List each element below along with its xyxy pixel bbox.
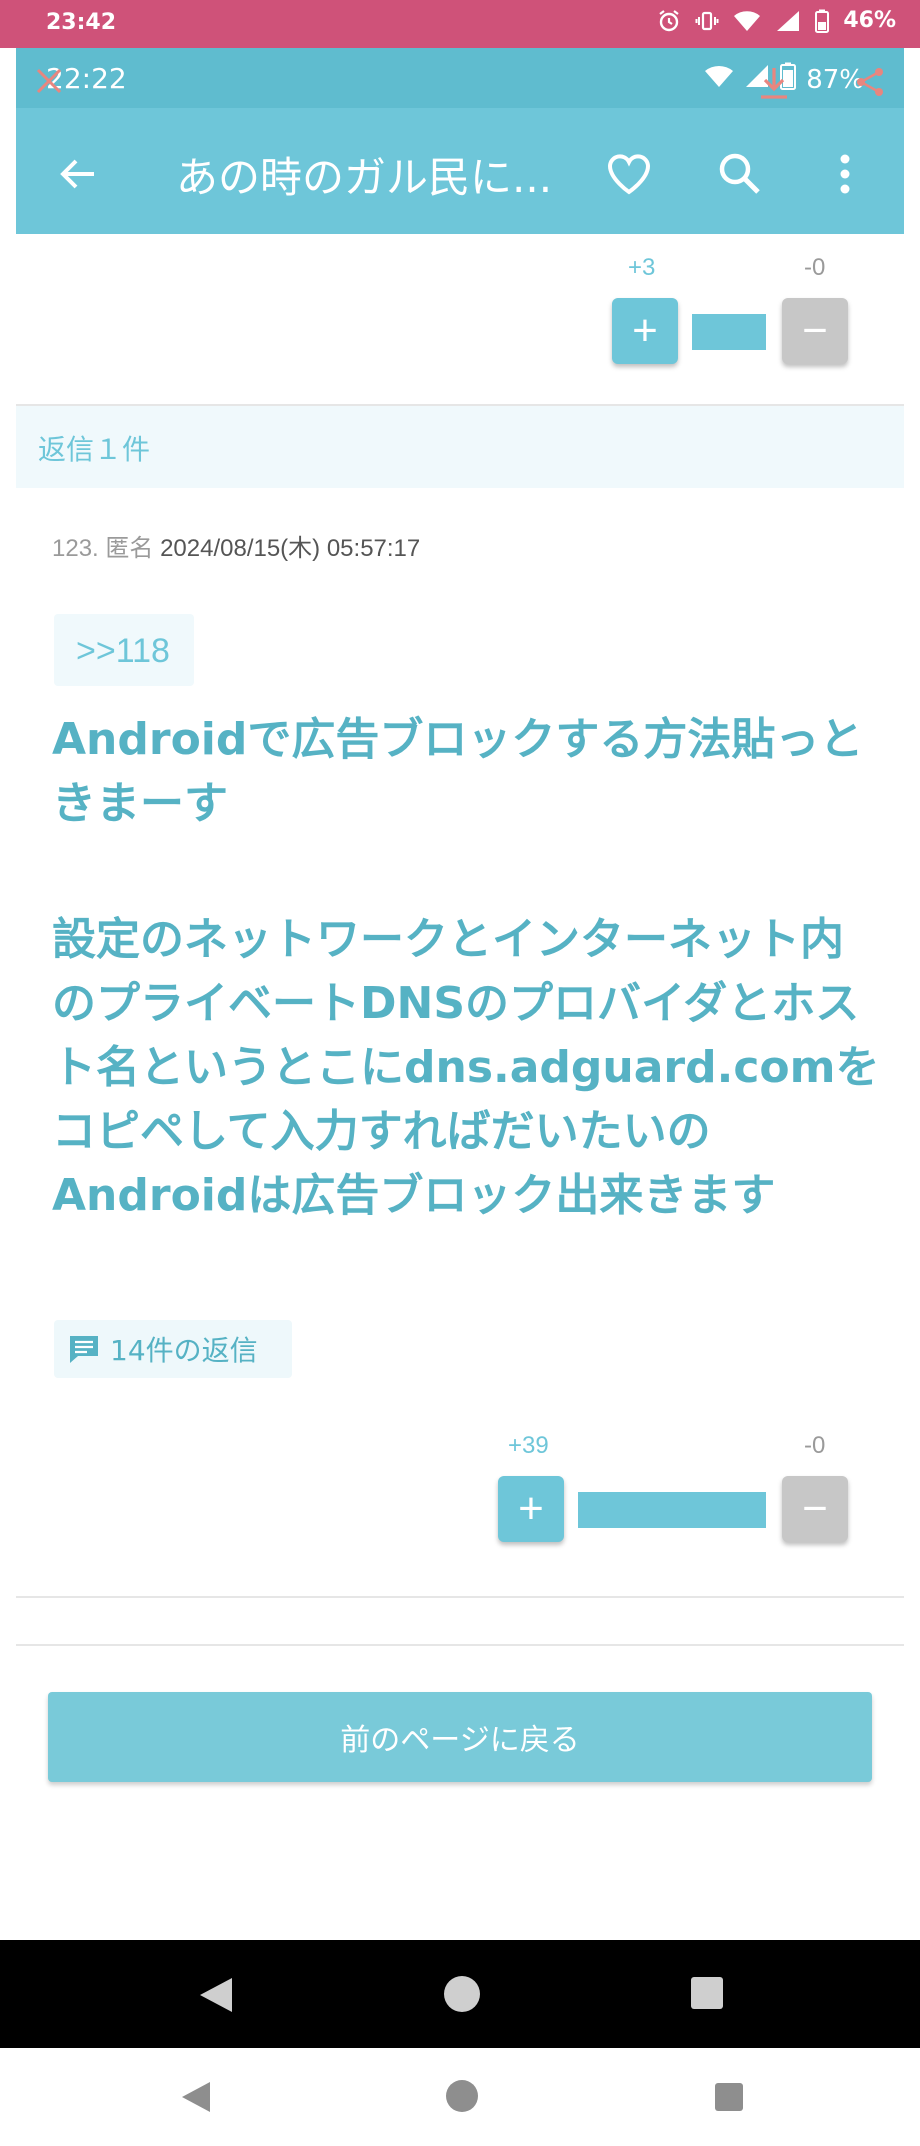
comment-date: 2024/08/15(木) 05:57:17	[160, 535, 421, 562]
nav-back-icon[interactable]	[180, 2080, 212, 2118]
comment-icon	[68, 1334, 100, 1364]
signal-icon	[775, 10, 801, 32]
prev-minus-count: -0	[804, 254, 826, 281]
comment-body: Androidで広告ブロックする方法貼っときまーす 設定のネットワークとインター…	[52, 708, 882, 1228]
divider	[16, 1596, 904, 1598]
replies-label: 14件の返信	[110, 1334, 258, 1367]
vibrate-icon	[695, 9, 719, 33]
minus-count: -0	[804, 1432, 826, 1459]
comment-meta: 123. 匿名 2024/08/15(木) 05:57:17	[52, 528, 420, 563]
prev-minus-button[interactable]: −	[782, 298, 848, 364]
device-clock: 23:42	[46, 10, 117, 35]
reply-count-label: 返信１件	[38, 433, 151, 466]
plus-button[interactable]: +	[498, 1476, 564, 1542]
page-title: あの時のガル民に...	[176, 153, 553, 202]
search-icon[interactable]	[716, 150, 762, 196]
vote-ratio-bar	[578, 1492, 766, 1528]
nav-back-icon[interactable]	[198, 1976, 234, 2018]
nav-home-icon[interactable]	[445, 2079, 479, 2117]
alarm-icon	[657, 9, 681, 33]
wifi-icon	[704, 64, 734, 95]
minus-button[interactable]: −	[782, 1476, 848, 1542]
comment-paragraph: Androidで広告ブロックする方法貼っときまーす	[52, 714, 864, 829]
device-status-bar: 23:42 46%	[0, 0, 920, 48]
device-navigation-bar	[0, 2048, 920, 2146]
app-navigation-bar	[0, 1940, 920, 2048]
replies-button[interactable]: 14件の返信	[54, 1320, 292, 1378]
nav-recents-icon[interactable]	[714, 2082, 744, 2116]
divider	[16, 1644, 904, 1646]
share-icon[interactable]	[854, 66, 886, 106]
nav-recents-icon[interactable]	[690, 1976, 724, 2014]
reply-count-header: 返信１件	[16, 406, 904, 488]
more-menu-icon[interactable]	[838, 152, 852, 196]
comment-paragraph: 設定のネットワークとインターネット内のプライベートDNSのプロバイダとホスト名と…	[52, 914, 880, 1221]
favorite-heart-icon[interactable]	[606, 152, 652, 196]
comment-number: 123.	[52, 535, 99, 562]
reply-anchor-link[interactable]: >>118	[54, 614, 194, 686]
device-status-icons: 46%	[657, 8, 896, 33]
prev-plus-button[interactable]: +	[612, 298, 678, 364]
battery-icon	[815, 9, 830, 33]
plus-count: +39	[508, 1432, 549, 1459]
comment-author: 匿名	[105, 535, 154, 562]
app-screen: 22:22 87% あの時のガル民に... +3 -0 + − 返信１件 123…	[16, 48, 904, 1940]
reply-anchor-label: >>118	[76, 632, 170, 670]
prev-plus-count: +3	[628, 254, 656, 281]
app-status-bar: 22:22 87%	[16, 48, 904, 108]
app-bar: あの時のガル民に...	[16, 108, 904, 234]
nav-home-icon[interactable]	[442, 1974, 482, 2018]
prev-vote-ratio-bar	[692, 314, 766, 350]
back-arrow-icon[interactable]	[56, 152, 100, 196]
wifi-icon	[733, 10, 761, 32]
previous-page-button[interactable]: 前のページに戻る	[48, 1692, 872, 1782]
device-battery-level: 46%	[843, 8, 896, 33]
download-icon[interactable]	[758, 66, 790, 108]
close-icon[interactable]	[34, 66, 64, 104]
